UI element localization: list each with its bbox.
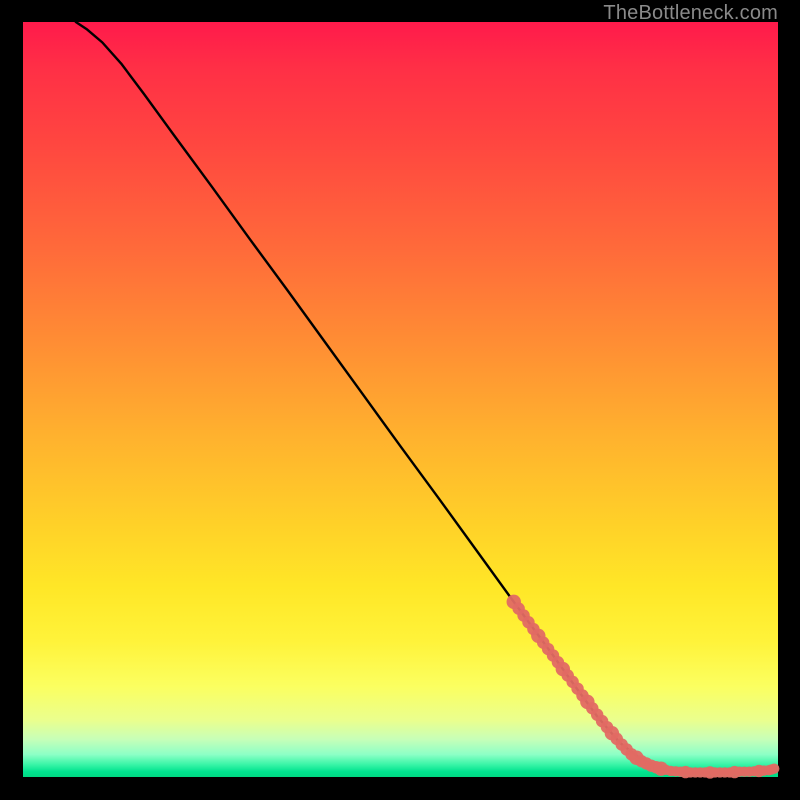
attribution-label: TheBottleneck.com [603,2,778,25]
chart-line-path [76,22,774,772]
chart-line [76,22,774,772]
chart-overlay-svg [23,22,778,777]
chart-highlight-dots [507,595,780,779]
chart-frame [23,22,778,777]
chart-dot [769,764,779,774]
